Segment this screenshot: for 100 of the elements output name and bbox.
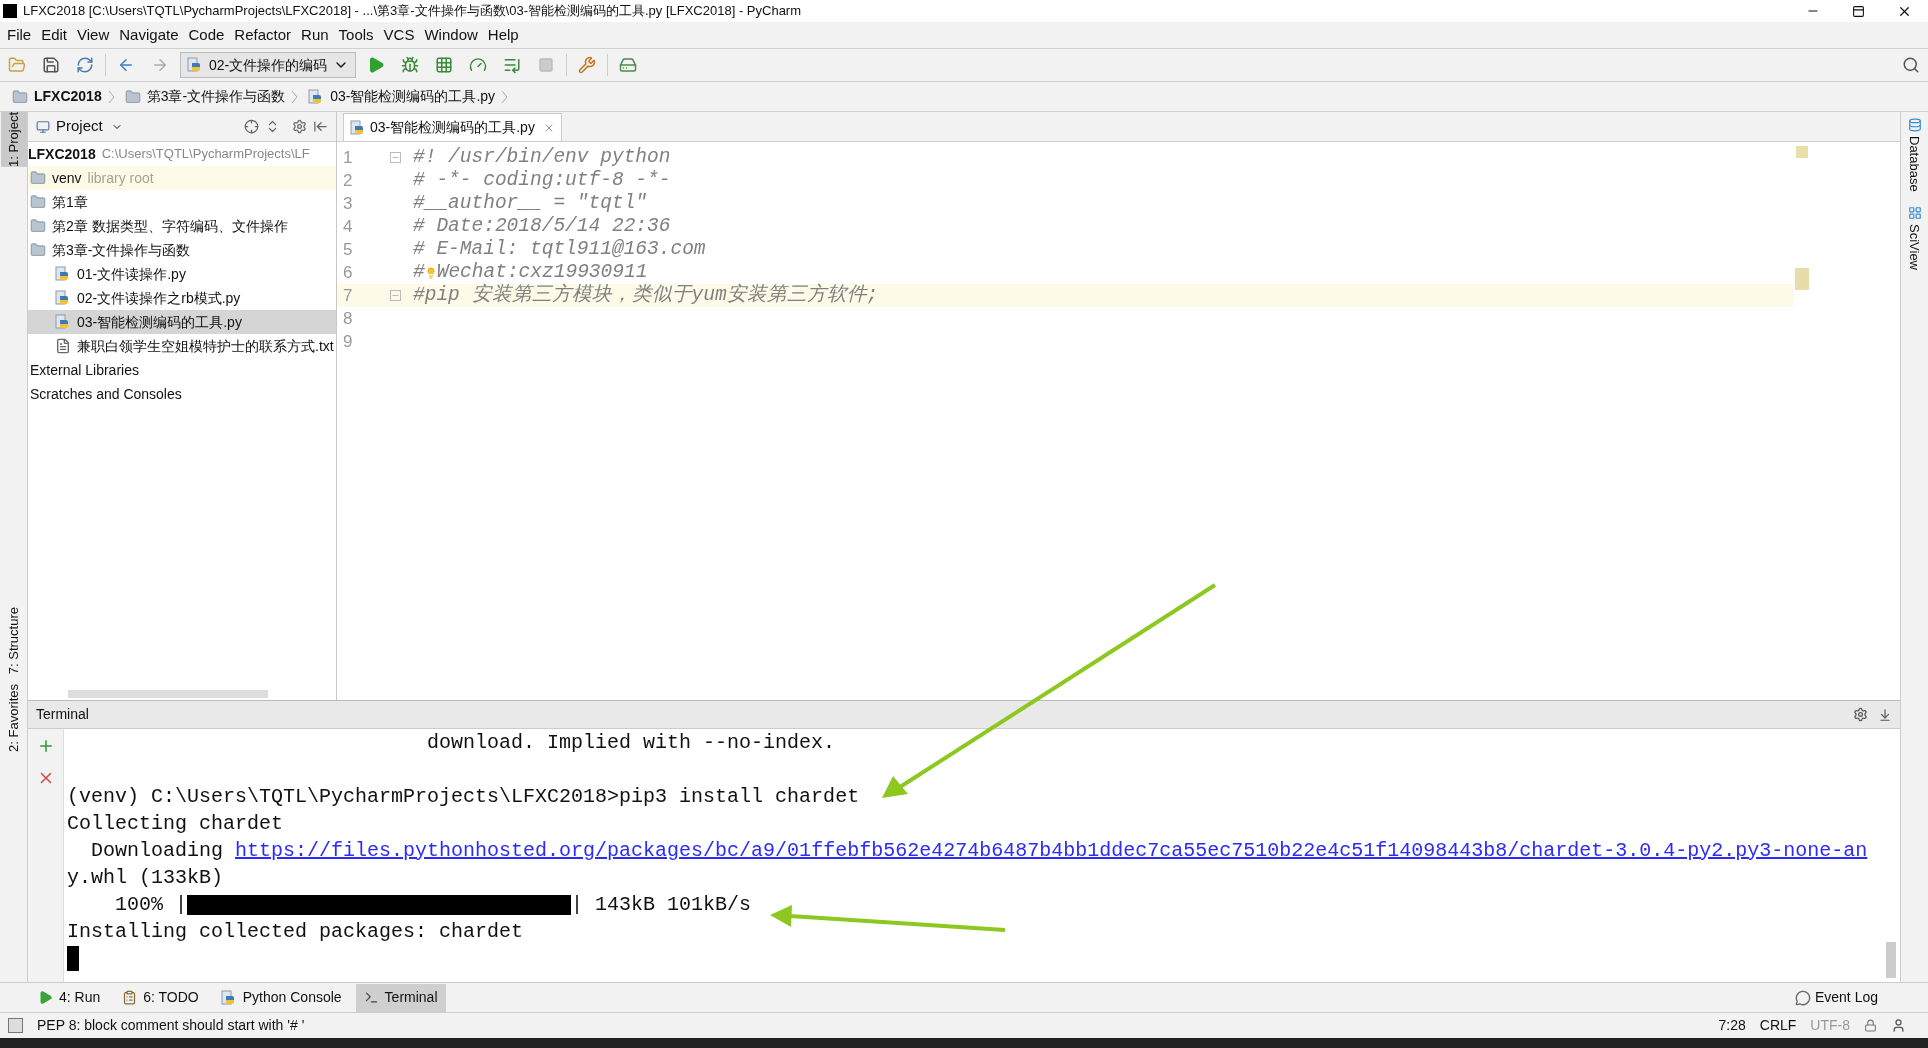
editor-tab[interactable]: 03-智能检测编码的工具.py [343, 113, 562, 141]
code-line: Wechat:cxz19930911 [436, 259, 648, 283]
project-path: C:\Users\TQTL\PycharmProjects\LF [101, 145, 310, 164]
line-number: 1 [342, 146, 354, 169]
tool-window-tab[interactable]: Database [1904, 118, 1925, 192]
tool-window-tab[interactable]: Terminal [355, 983, 446, 1012]
python-console-icon [220, 989, 237, 1006]
line-separator[interactable]: CRLF [1759, 1015, 1797, 1036]
tree-item[interactable]: venv library root [28, 166, 336, 190]
scrollbar-thumb[interactable] [1886, 942, 1896, 978]
lightbulb-icon[interactable] [424, 266, 437, 279]
menu-item[interactable]: View [73, 23, 114, 47]
tree-item[interactable]: 03-智能检测编码的工具.py [28, 310, 336, 334]
hide-icon[interactable] [1878, 707, 1892, 722]
tree-item[interactable]: 第1章 [28, 190, 336, 214]
line-number: 2 [342, 169, 354, 192]
project-root[interactable]: LFXC2018 [28, 143, 96, 165]
folder-icon [30, 170, 46, 186]
menu-item[interactable]: Run [297, 23, 333, 47]
code-line: #pip 安装第三方模块，类似于yum安装第三方软件; [413, 282, 879, 308]
tree-item[interactable]: 第3章-文件操作与函数 [28, 238, 336, 262]
code-line: # [413, 259, 425, 285]
caret-position[interactable]: 7:28 [1718, 1015, 1746, 1036]
status-message: PEP 8: block comment should start with '# ' [37, 1016, 305, 1035]
tool-window-tab[interactable]: Python Console [212, 983, 350, 1012]
line-number: 7 [342, 284, 354, 307]
lock-icon[interactable] [1864, 1019, 1877, 1032]
library-root-label: library root [87, 168, 154, 188]
terminal-output: download. Implied with --no-index. [426, 729, 836, 756]
breadcrumb[interactable]: LFXC2018 [12, 86, 115, 107]
hide-icon[interactable] [313, 119, 328, 134]
line-number: 4 [342, 215, 354, 238]
menu-item[interactable]: Code [184, 23, 229, 47]
line-number: 5 [342, 238, 354, 261]
window-title: LFXC2018 [C:\Users\TQTL\PycharmProjects\LFXC2018] - ...\第3章-文件操作与函数\03-智能检测编码的工具.py [LFXC2018] - PyCharm [23, 2, 802, 21]
locate-icon[interactable] [244, 119, 259, 134]
terminal-output: y.whl (133kB) [67, 864, 224, 891]
folder-icon [124, 88, 141, 105]
breadcrumb[interactable]: 第3章-文件操作与函数 [124, 86, 299, 107]
terminal-command: (venv) C:\Users\TQTL\PycharmProjects\LFXC2018>pip3 install chardet [67, 783, 860, 810]
menu-item[interactable]: Refactor [230, 23, 296, 47]
breadcrumb[interactable]: 03-智能检测编码的工具.py [308, 86, 509, 107]
tool-window-tab[interactable]: 2: Favorites [0, 684, 27, 753]
code-line: # -*- coding:utf-8 -*- [413, 167, 671, 193]
code-line: #! /usr/bin/env python [413, 144, 671, 170]
folder-icon [30, 242, 46, 258]
tool-window-tab[interactable]: 4: Run [30, 983, 109, 1012]
menu-item[interactable]: Tools [334, 23, 378, 47]
tool-window-tab[interactable]: 7: Structure [0, 606, 27, 675]
project-view-dropdown[interactable]: Project [56, 115, 123, 138]
menu-item[interactable]: Navigate [115, 23, 183, 47]
inspector-icon[interactable] [1891, 1018, 1906, 1033]
menu-item[interactable]: Help [483, 23, 523, 47]
fold-icon[interactable] [389, 290, 401, 301]
tree-item[interactable]: 第2章 数据类型、字符编码、文件操作 [28, 214, 336, 238]
chevron-icon [501, 89, 509, 104]
menu-item[interactable]: Edit [37, 23, 72, 47]
todo-icon [122, 990, 138, 1005]
grid-icon [1907, 205, 1922, 220]
python-file-icon [55, 314, 71, 330]
chevron-icon [107, 89, 115, 104]
warning-marker [1796, 146, 1808, 158]
progress-percent: 100% | [114, 893, 188, 916]
tree-item[interactable]: 01-文件读操作.py [28, 262, 336, 286]
folder-icon [30, 194, 46, 210]
terminal-cursor [67, 946, 79, 971]
tree-item[interactable]: Scratches and Consoles [28, 382, 336, 406]
python-file-icon [55, 290, 71, 306]
run-configuration-dropdown[interactable]: 02-文件操作的编码 [180, 52, 357, 78]
download-link[interactable]: https://files.pythonhosted.org/packages/bc/a9/01ffebfb562e4274b6487b4bb1ddec7ca55ec7510b22e4c51f14098443b8/chardet-3.0.4-py2.py3-none-an [235, 839, 1868, 862]
event-log-button[interactable]: Event Log [1794, 987, 1878, 1008]
menu-item[interactable]: VCS [379, 23, 419, 47]
terminal-output: Downloading [90, 839, 225, 862]
line-number: 6 [342, 261, 354, 284]
terminal-title: Terminal [36, 705, 89, 724]
python-file-icon [350, 119, 366, 136]
settings-icon[interactable] [1853, 707, 1868, 722]
warning-marker [1795, 268, 1809, 290]
fold-icon[interactable] [389, 152, 401, 163]
project-icon [36, 119, 50, 134]
line-number: 9 [342, 330, 354, 353]
app-logo-icon [3, 4, 17, 18]
speech-bubble-icon [1794, 989, 1811, 1006]
database-icon [1907, 118, 1922, 132]
python-file-icon [55, 266, 71, 282]
terminal-output: Collecting chardet [67, 810, 284, 837]
tool-window-tab[interactable]: 1: Project [0, 112, 27, 167]
status-toggle-icon[interactable] [8, 1018, 23, 1033]
tool-window-tab[interactable]: 6: TODO [114, 983, 207, 1012]
tool-window-tab[interactable]: SciView [1904, 205, 1925, 270]
progress-stats: | 143kB 101kB/s [571, 893, 752, 916]
tree-item[interactable]: 兼职白领学生空姐模特护士的联系方式.txt [28, 334, 336, 358]
scrollbar-thumb[interactable] [68, 690, 268, 698]
restore-icon[interactable] [1852, 4, 1865, 18]
menu-item[interactable]: File [3, 23, 36, 47]
text-file-icon [55, 338, 71, 354]
tree-item[interactable]: 02-文件读操作之rb模式.py [28, 286, 336, 310]
settings-icon[interactable] [292, 119, 307, 134]
tree-item[interactable]: External Libraries [28, 358, 336, 382]
menu-item[interactable]: Window [420, 23, 482, 47]
